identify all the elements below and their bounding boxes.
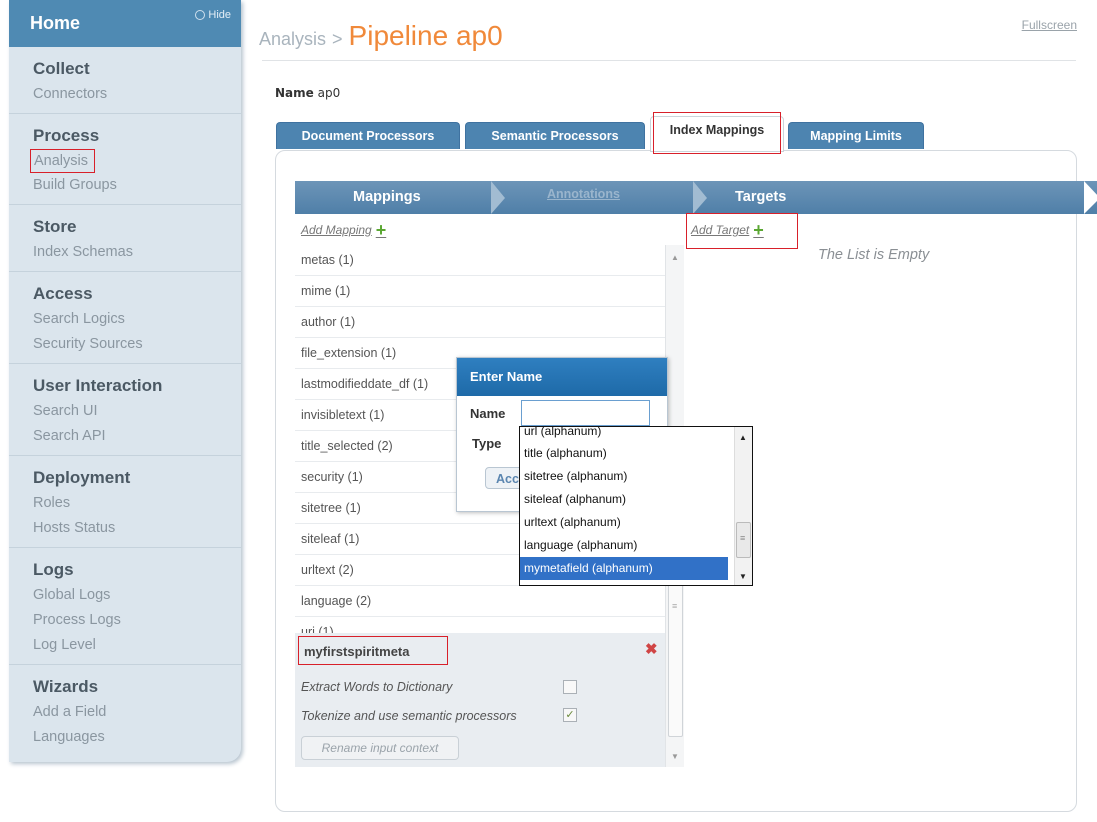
section-access: Access Search Logics Security Sources: [9, 272, 241, 364]
header-divider: [262, 60, 1076, 61]
column-targets: Targets: [735, 189, 787, 205]
list-item[interactable]: mime (1): [295, 276, 665, 307]
sidebar-item-connectors[interactable]: Connectors: [33, 82, 241, 107]
section-user-interaction: User Interaction Search UI Search API: [9, 364, 241, 456]
section-title: Store: [33, 217, 77, 236]
tokenize-checkbox[interactable]: ✓: [563, 708, 577, 722]
fullscreen-link[interactable]: Fullscreen: [1022, 18, 1077, 32]
name-label: Name: [275, 86, 314, 100]
section-logs: Logs Global Logs Process Logs Log Level: [9, 548, 241, 665]
columns-header: Mappings Annotations Targets: [295, 181, 1097, 214]
section-deployment: Deployment Roles Hosts Status: [9, 456, 241, 548]
sidebar-item-add-a-field[interactable]: Add a Field: [33, 700, 241, 725]
section-title: Deployment: [33, 468, 131, 487]
hide-button[interactable]: Hide: [195, 9, 231, 21]
breadcrumb-separator: >: [332, 29, 343, 49]
sidebar-item-search-api[interactable]: Search API: [33, 424, 241, 449]
dialog-type-label: Type: [472, 436, 502, 451]
plus-icon: +: [375, 220, 387, 240]
section-store: Store Index Schemas: [9, 205, 241, 272]
page-title: Pipeline ap0: [348, 20, 503, 51]
section-title: Process: [33, 126, 100, 145]
add-mapping-label: Add Mapping: [301, 223, 372, 237]
tab-semantic-processors[interactable]: Semantic Processors: [465, 122, 645, 149]
tab-document-processors[interactable]: Document Processors: [276, 122, 460, 149]
scrollbar-thumb[interactable]: ≡: [736, 522, 751, 558]
sidebar-item-process-logs[interactable]: Process Logs: [33, 608, 241, 633]
highlight-add-target: [686, 213, 798, 249]
list-item[interactable]: language (2): [295, 586, 665, 617]
dropdown-option[interactable]: sitetree (alphanum): [520, 465, 728, 488]
column-separator: [491, 181, 505, 214]
tokenize-label: Tokenize and use semantic processors: [301, 709, 517, 723]
section-title: User Interaction: [33, 376, 163, 395]
dropdown-option[interactable]: url (alphanum): [520, 427, 728, 442]
list-item[interactable]: author (1): [295, 307, 665, 338]
sidebar: Home Hide Collect Connectors Process Ana…: [9, 0, 241, 762]
dialog-name-label: Name: [470, 406, 506, 421]
sidebar-item-languages[interactable]: Languages: [33, 725, 241, 750]
scroll-up-icon[interactable]: ▲: [739, 433, 747, 442]
sidebar-item-security-sources[interactable]: Security Sources: [33, 332, 241, 357]
breadcrumb: Analysis > Pipeline ap0: [259, 20, 503, 52]
dropdown-option-selected[interactable]: mymetafield (alphanum): [520, 557, 728, 580]
dropdown-scrollbar[interactable]: ▲ ≡ ▼: [734, 427, 752, 585]
extract-words-label: Extract Words to Dictionary: [301, 680, 453, 694]
sidebar-header: Home Hide: [9, 0, 241, 47]
column-mappings: Mappings: [353, 189, 421, 205]
sidebar-item-log-level[interactable]: Log Level: [33, 633, 241, 658]
highlight-index-mappings: [653, 112, 781, 154]
section-collect: Collect Connectors: [9, 47, 241, 114]
rename-input-context-button[interactable]: Rename input context: [301, 736, 459, 760]
list-item[interactable]: metas (1): [295, 245, 665, 276]
sidebar-item-search-ui[interactable]: Search UI: [33, 399, 241, 424]
sidebar-item-build-groups[interactable]: Build Groups: [33, 173, 241, 198]
sidebar-item-hosts-status[interactable]: Hosts Status: [33, 516, 241, 541]
hide-label: Hide: [208, 8, 231, 21]
section-title: Wizards: [33, 677, 99, 696]
dropdown-option[interactable]: language (alphanum): [520, 534, 728, 557]
targets-empty-message: The List is Empty: [818, 247, 930, 263]
tab-mapping-limits[interactable]: Mapping Limits: [788, 122, 924, 149]
sidebar-item-roles[interactable]: Roles: [33, 491, 241, 516]
dropdown-option[interactable]: urltext (alphanum): [520, 511, 728, 534]
section-process: Process Analysis Build Groups: [9, 114, 241, 205]
home-link[interactable]: Home: [30, 13, 80, 34]
dialog-name-input[interactable]: [521, 400, 650, 426]
type-dropdown-list[interactable]: url (alphanum) title (alphanum) sitetree…: [519, 426, 753, 586]
grip-icon: ≡: [740, 533, 746, 543]
dropdown-option[interactable]: title (alphanum): [520, 442, 728, 465]
section-wizards: Wizards Add a Field Languages: [9, 665, 241, 756]
sidebar-item-global-logs[interactable]: Global Logs: [33, 583, 241, 608]
sidebar-item-analysis[interactable]: Analysis: [30, 149, 95, 173]
section-title: Access: [33, 284, 93, 303]
add-mapping-link[interactable]: Add Mapping +: [301, 220, 387, 240]
delete-icon[interactable]: ✖: [645, 640, 658, 658]
scroll-down-icon[interactable]: ▼: [671, 752, 679, 761]
sidebar-item-index-schemas[interactable]: Index Schemas: [33, 240, 241, 265]
section-title: Collect: [33, 59, 90, 78]
extract-words-checkbox[interactable]: [563, 680, 577, 694]
dialog-title: Enter Name: [457, 358, 667, 396]
breadcrumb-analysis[interactable]: Analysis: [259, 29, 326, 50]
selected-mapping-name[interactable]: myfirstspiritmeta: [298, 636, 448, 665]
grip-icon: ≡: [672, 601, 678, 611]
search-icon: [195, 9, 206, 20]
section-title: Logs: [33, 560, 74, 579]
bar-arrow: [1084, 181, 1097, 214]
scroll-down-icon[interactable]: ▼: [739, 572, 747, 581]
column-annotations[interactable]: Annotations: [547, 187, 620, 201]
scroll-up-icon[interactable]: ▲: [671, 253, 679, 262]
dropdown-option[interactable]: siteleaf (alphanum): [520, 488, 728, 511]
sidebar-item-search-logics[interactable]: Search Logics: [33, 307, 241, 332]
name-value: ap0: [317, 86, 341, 100]
column-separator: [693, 181, 707, 214]
pipeline-name-row: Name ap0: [275, 86, 340, 100]
